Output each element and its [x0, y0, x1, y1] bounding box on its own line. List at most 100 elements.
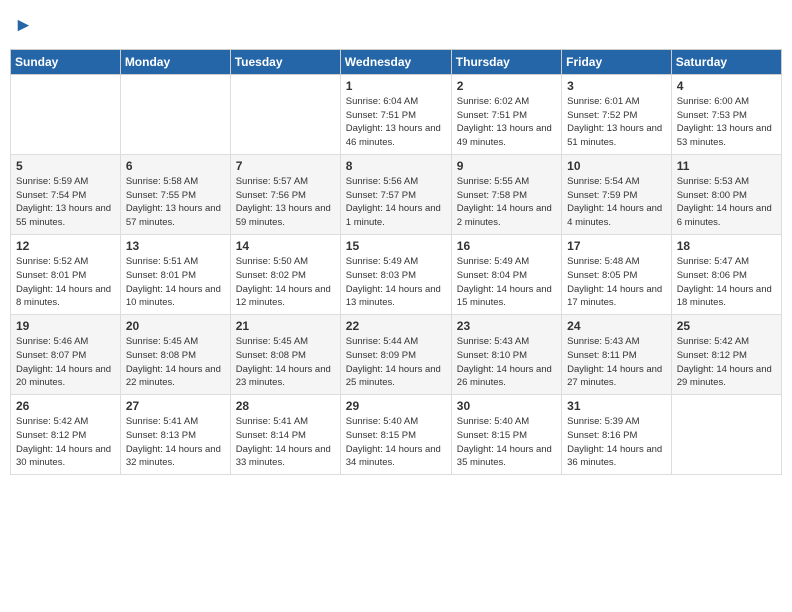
calendar-cell: 24 Sunrise: 5:43 AM Sunset: 8:11 PM Dayli… — [562, 315, 672, 395]
calendar-cell: 28 Sunrise: 5:41 AM Sunset: 8:14 PM Dayli… — [230, 395, 340, 475]
day-info: Sunrise: 5:59 AM Sunset: 7:54 PM Dayligh… — [16, 175, 115, 230]
day-info: Sunrise: 5:45 AM Sunset: 8:08 PM Dayligh… — [236, 335, 335, 390]
calendar-cell: 12 Sunrise: 5:52 AM Sunset: 8:01 PM Dayli… — [11, 235, 121, 315]
day-info: Sunrise: 5:52 AM Sunset: 8:01 PM Dayligh… — [16, 255, 115, 310]
calendar-week-row: 19 Sunrise: 5:46 AM Sunset: 8:07 PM Dayli… — [11, 315, 782, 395]
weekday-header: Saturday — [671, 49, 781, 74]
day-number: 15 — [346, 239, 446, 253]
calendar-cell — [120, 74, 230, 154]
logo-text: ► — [14, 16, 33, 37]
day-info: Sunrise: 5:51 AM Sunset: 8:01 PM Dayligh… — [126, 255, 225, 310]
day-info: Sunrise: 5:49 AM Sunset: 8:03 PM Dayligh… — [346, 255, 446, 310]
calendar-cell: 4 Sunrise: 6:00 AM Sunset: 7:53 PM Daylig… — [671, 74, 781, 154]
day-number: 1 — [346, 79, 446, 93]
calendar-cell: 19 Sunrise: 5:46 AM Sunset: 8:07 PM Dayli… — [11, 315, 121, 395]
calendar-table: SundayMondayTuesdayWednesdayThursdayFrid… — [10, 49, 782, 475]
weekday-header: Sunday — [11, 49, 121, 74]
day-info: Sunrise: 5:41 AM Sunset: 8:14 PM Dayligh… — [236, 415, 335, 470]
day-info: Sunrise: 5:57 AM Sunset: 7:56 PM Dayligh… — [236, 175, 335, 230]
calendar-cell: 25 Sunrise: 5:42 AM Sunset: 8:12 PM Dayli… — [671, 315, 781, 395]
calendar-cell: 6 Sunrise: 5:58 AM Sunset: 7:55 PM Daylig… — [120, 154, 230, 234]
calendar-cell: 8 Sunrise: 5:56 AM Sunset: 7:57 PM Daylig… — [340, 154, 451, 234]
day-number: 29 — [346, 399, 446, 413]
calendar-header-row: SundayMondayTuesdayWednesdayThursdayFrid… — [11, 49, 782, 74]
day-number: 17 — [567, 239, 666, 253]
calendar-cell: 22Sunrise: 5:44 AM Sunset: 8:09 PM Dayli… — [340, 315, 451, 395]
day-number: 20 — [126, 319, 225, 333]
calendar-cell: 14 Sunrise: 5:50 AM Sunset: 8:02 PM Dayli… — [230, 235, 340, 315]
day-info: Sunrise: 5:46 AM Sunset: 8:07 PM Dayligh… — [16, 335, 115, 390]
logo: ► — [14, 16, 33, 37]
day-number: 4 — [677, 79, 776, 93]
calendar-cell: 17 Sunrise: 5:48 AM Sunset: 8:05 PM Dayli… — [562, 235, 672, 315]
day-number: 31 — [567, 399, 666, 413]
day-info: Sunrise: 5:48 AM Sunset: 8:05 PM Dayligh… — [567, 255, 666, 310]
day-number: 12 — [16, 239, 115, 253]
weekday-header: Thursday — [451, 49, 561, 74]
day-info: Sunrise: 5:39 AM Sunset: 8:16 PM Dayligh… — [567, 415, 666, 470]
weekday-header: Tuesday — [230, 49, 340, 74]
day-number: 23 — [457, 319, 556, 333]
weekday-header: Friday — [562, 49, 672, 74]
weekday-header: Wednesday — [340, 49, 451, 74]
day-info: Sunrise: 6:00 AM Sunset: 7:53 PM Dayligh… — [677, 95, 776, 150]
calendar-cell — [671, 395, 781, 475]
day-number: 3 — [567, 79, 666, 93]
day-number: 21 — [236, 319, 335, 333]
day-number: 2 — [457, 79, 556, 93]
day-info: Sunrise: 5:53 AM Sunset: 8:00 PM Dayligh… — [677, 175, 776, 230]
calendar-cell: 18Sunrise: 5:47 AM Sunset: 8:06 PM Dayli… — [671, 235, 781, 315]
calendar-cell: 21 Sunrise: 5:45 AM Sunset: 8:08 PM Dayli… — [230, 315, 340, 395]
day-number: 5 — [16, 159, 115, 173]
day-info: Sunrise: 6:04 AM Sunset: 7:51 PM Dayligh… — [346, 95, 446, 150]
calendar-cell: 29 Sunrise: 5:40 AM Sunset: 8:15 PM Dayli… — [340, 395, 451, 475]
calendar-cell: 9Sunrise: 5:55 AM Sunset: 7:58 PM Daylig… — [451, 154, 561, 234]
day-info: Sunrise: 6:01 AM Sunset: 7:52 PM Dayligh… — [567, 95, 666, 150]
calendar-cell: 11 Sunrise: 5:53 AM Sunset: 8:00 PM Dayli… — [671, 154, 781, 234]
calendar-cell: 5 Sunrise: 5:59 AM Sunset: 7:54 PM Daylig… — [11, 154, 121, 234]
day-info: Sunrise: 5:56 AM Sunset: 7:57 PM Dayligh… — [346, 175, 446, 230]
day-number: 24 — [567, 319, 666, 333]
day-info: Sunrise: 6:02 AM Sunset: 7:51 PM Dayligh… — [457, 95, 556, 150]
day-number: 8 — [346, 159, 446, 173]
day-info: Sunrise: 5:42 AM Sunset: 8:12 PM Dayligh… — [677, 335, 776, 390]
day-number: 6 — [126, 159, 225, 173]
day-info: Sunrise: 5:50 AM Sunset: 8:02 PM Dayligh… — [236, 255, 335, 310]
day-info: Sunrise: 5:54 AM Sunset: 7:59 PM Dayligh… — [567, 175, 666, 230]
calendar-week-row: 5 Sunrise: 5:59 AM Sunset: 7:54 PM Daylig… — [11, 154, 782, 234]
day-number: 28 — [236, 399, 335, 413]
calendar-cell: 27Sunrise: 5:41 AM Sunset: 8:13 PM Dayli… — [120, 395, 230, 475]
day-number: 7 — [236, 159, 335, 173]
day-number: 25 — [677, 319, 776, 333]
day-number: 10 — [567, 159, 666, 173]
calendar-cell: 13Sunrise: 5:51 AM Sunset: 8:01 PM Dayli… — [120, 235, 230, 315]
day-info: Sunrise: 5:55 AM Sunset: 7:58 PM Dayligh… — [457, 175, 556, 230]
calendar-week-row: 1 Sunrise: 6:04 AM Sunset: 7:51 PM Daylig… — [11, 74, 782, 154]
calendar-cell: 3 Sunrise: 6:01 AM Sunset: 7:52 PM Daylig… — [562, 74, 672, 154]
day-info: Sunrise: 5:41 AM Sunset: 8:13 PM Dayligh… — [126, 415, 225, 470]
day-info: Sunrise: 5:58 AM Sunset: 7:55 PM Dayligh… — [126, 175, 225, 230]
calendar-cell: 16 Sunrise: 5:49 AM Sunset: 8:04 PM Dayli… — [451, 235, 561, 315]
day-info: Sunrise: 5:47 AM Sunset: 8:06 PM Dayligh… — [677, 255, 776, 310]
day-number: 16 — [457, 239, 556, 253]
calendar-cell: 10 Sunrise: 5:54 AM Sunset: 7:59 PM Dayli… — [562, 154, 672, 234]
day-number: 19 — [16, 319, 115, 333]
calendar-cell: 23Sunrise: 5:43 AM Sunset: 8:10 PM Dayli… — [451, 315, 561, 395]
day-info: Sunrise: 5:42 AM Sunset: 8:12 PM Dayligh… — [16, 415, 115, 470]
day-info: Sunrise: 5:40 AM Sunset: 8:15 PM Dayligh… — [346, 415, 446, 470]
day-info: Sunrise: 5:49 AM Sunset: 8:04 PM Dayligh… — [457, 255, 556, 310]
calendar-cell: 15 Sunrise: 5:49 AM Sunset: 8:03 PM Dayli… — [340, 235, 451, 315]
day-number: 11 — [677, 159, 776, 173]
day-info: Sunrise: 5:43 AM Sunset: 8:11 PM Dayligh… — [567, 335, 666, 390]
day-number: 14 — [236, 239, 335, 253]
calendar-cell: 30 Sunrise: 5:40 AM Sunset: 8:15 PM Dayli… — [451, 395, 561, 475]
day-info: Sunrise: 5:45 AM Sunset: 8:08 PM Dayligh… — [126, 335, 225, 390]
day-number: 26 — [16, 399, 115, 413]
calendar-week-row: 26 Sunrise: 5:42 AM Sunset: 8:12 PM Dayli… — [11, 395, 782, 475]
logo-general: ► — [14, 16, 33, 37]
day-number: 30 — [457, 399, 556, 413]
day-info: Sunrise: 5:40 AM Sunset: 8:15 PM Dayligh… — [457, 415, 556, 470]
calendar-cell — [230, 74, 340, 154]
calendar-cell: 31 Sunrise: 5:39 AM Sunset: 8:16 PM Dayli… — [562, 395, 672, 475]
calendar-cell: 26 Sunrise: 5:42 AM Sunset: 8:12 PM Dayli… — [11, 395, 121, 475]
